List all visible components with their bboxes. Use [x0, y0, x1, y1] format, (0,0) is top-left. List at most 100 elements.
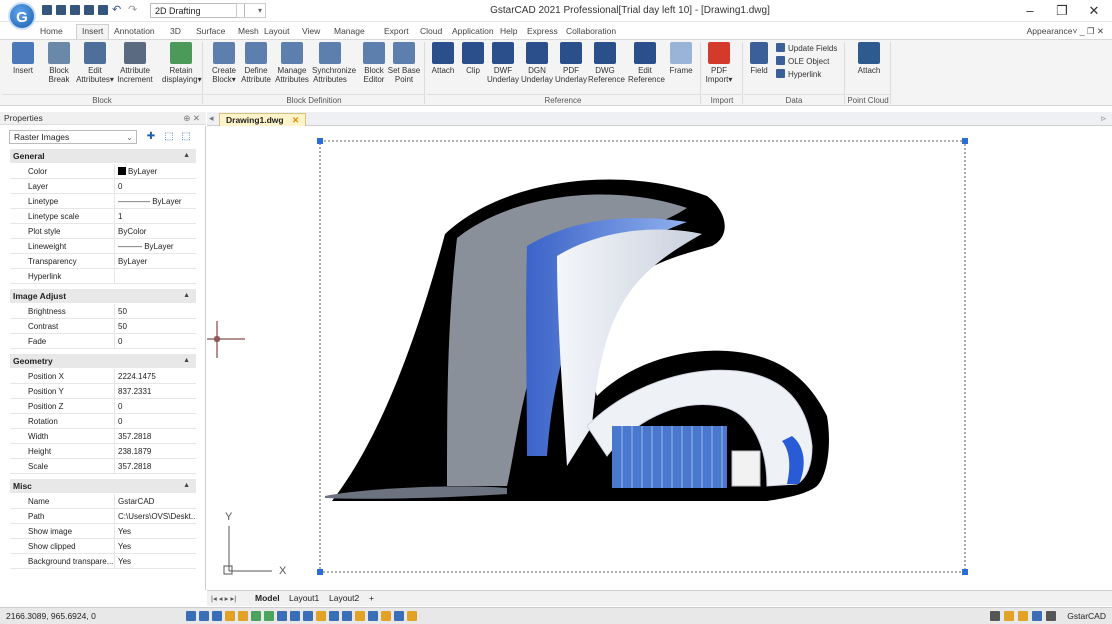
tab-scroll-left-icon[interactable]: ◂ [209, 113, 214, 124]
status-toggle-icon[interactable] [342, 611, 352, 621]
reference-2-button[interactable]: DWF Underlay [486, 42, 520, 84]
status-toggle-icon[interactable] [238, 611, 248, 621]
save-as-icon[interactable] [84, 5, 94, 15]
status-toggle-icon[interactable] [381, 611, 391, 621]
status-toggle-icon[interactable] [316, 611, 326, 621]
property-row[interactable]: Plot style ByColor [10, 224, 196, 239]
property-row[interactable]: Linetype scale 1 [10, 209, 196, 224]
tab-scroll-right-icon[interactable]: ▹ [1101, 113, 1106, 124]
app-logo-button[interactable]: G [8, 2, 36, 30]
tray-icon[interactable] [1032, 611, 1042, 621]
property-value[interactable]: Yes [114, 554, 196, 569]
field-button[interactable]: Field [746, 42, 772, 75]
pdf-import-button[interactable]: PDF Import▾ [702, 42, 736, 84]
reference-0-button[interactable]: Attach [426, 42, 460, 75]
close-tab-icon[interactable]: ✕ [292, 115, 299, 125]
object-type-select[interactable]: Raster Images ⌄ [9, 130, 137, 144]
section-general[interactable]: General ▲ [10, 149, 196, 163]
blockdef-5-button[interactable]: Set Base Point [386, 42, 422, 84]
tab-annotation[interactable]: Annotation [114, 26, 155, 36]
tab-drawing1[interactable]: Drawing1.dwg ✕ [219, 113, 307, 126]
property-row[interactable]: Fade 0 [10, 334, 196, 349]
property-row[interactable]: Rotation 0 [10, 414, 196, 429]
section-misc[interactable]: Misc ▲ [10, 479, 196, 493]
property-row[interactable]: Transparency ByLayer [10, 254, 196, 269]
property-value[interactable] [114, 269, 196, 284]
tab-home[interactable]: Home [40, 26, 63, 36]
blockdef-2-button[interactable]: Manage Attributes [274, 42, 310, 84]
property-value[interactable]: 50 [114, 304, 196, 319]
appearance-menu[interactable]: Appearance˅ _ ❐ ✕ [1027, 26, 1104, 37]
status-toggle-icon[interactable] [355, 611, 365, 621]
property-value[interactable]: ByColor [114, 224, 196, 239]
status-toggle-icon[interactable] [394, 611, 404, 621]
tab-export[interactable]: Export [384, 26, 409, 36]
reference-1-button[interactable]: Clip [456, 42, 490, 75]
property-row[interactable]: Path C:\Users\OVS\Deskt.. [10, 509, 196, 524]
property-row[interactable]: Contrast 50 [10, 319, 196, 334]
tab-application[interactable]: Application [452, 26, 494, 36]
tab-mesh[interactable]: Mesh [238, 26, 259, 36]
property-row[interactable]: Height 238.1879 [10, 444, 196, 459]
block-2-button[interactable]: Edit Attributes▾ [76, 42, 114, 84]
property-value[interactable]: ——— ByLayer [114, 239, 196, 254]
reference-3-button[interactable]: DGN Underlay [520, 42, 554, 84]
reference-5-button[interactable]: DWG Reference [588, 42, 625, 84]
property-row[interactable]: Show image Yes [10, 524, 196, 539]
drawing-canvas[interactable]: Y X [207, 126, 1112, 590]
property-row[interactable]: Color ByLayer [10, 164, 196, 179]
tab-model[interactable]: Model [255, 591, 280, 606]
property-value[interactable]: 0 [114, 179, 196, 194]
property-value[interactable]: ByLayer [114, 254, 196, 269]
blockdef-3-button[interactable]: Synchronize Attributes [312, 42, 356, 84]
status-toggle-icon[interactable] [290, 611, 300, 621]
status-toggle-icon[interactable] [368, 611, 378, 621]
status-toggle-icon[interactable] [407, 611, 417, 621]
property-value[interactable]: Yes [114, 539, 196, 554]
block-1-button[interactable]: Block Break [40, 42, 78, 84]
property-row[interactable]: Width 357.2818 [10, 429, 196, 444]
property-value[interactable]: 0 [114, 334, 196, 349]
new-icon[interactable] [42, 5, 52, 15]
block-0-button[interactable]: Insert [4, 42, 42, 75]
property-row[interactable]: Name GstarCAD [10, 494, 196, 509]
reference-6-button[interactable]: Edit Reference [628, 42, 665, 84]
select-objects-icon[interactable]: ⬚ [163, 131, 175, 143]
tab-express[interactable]: Express [527, 26, 558, 36]
property-value[interactable]: 357.2818 [114, 459, 196, 474]
plot-icon[interactable] [98, 5, 108, 15]
workspace-dropdown[interactable]: 2D Drafting [150, 3, 245, 18]
data-item-2[interactable]: Hyperlink [776, 69, 821, 80]
tray-icon[interactable] [1018, 611, 1028, 621]
status-toggle-icon[interactable] [277, 611, 287, 621]
panel-close-icon[interactable]: ⊕ ✕ [183, 112, 200, 125]
status-toggle-icon[interactable] [199, 611, 209, 621]
status-toggle-icon[interactable] [303, 611, 313, 621]
status-toggle-icon[interactable] [186, 611, 196, 621]
property-row[interactable]: Position Y 837.2331 [10, 384, 196, 399]
property-row[interactable]: Linetype ———— ByLayer [10, 194, 196, 209]
tab-manage[interactable]: Manage [334, 26, 365, 36]
tab-insert[interactable]: Insert [76, 24, 110, 39]
tab-layout1[interactable]: Layout1 [289, 591, 319, 606]
tray-icon[interactable] [1004, 611, 1014, 621]
tab-cloud[interactable]: Cloud [420, 26, 442, 36]
property-value[interactable]: 357.2818 [114, 429, 196, 444]
property-row[interactable]: Layer 0 [10, 179, 196, 194]
property-value[interactable]: 837.2331 [114, 384, 196, 399]
tab-surface[interactable]: Surface [196, 26, 225, 36]
quick-select-icon[interactable]: ⬚ [180, 131, 192, 143]
property-value[interactable]: 0 [114, 399, 196, 414]
status-toggle-icon[interactable] [225, 611, 235, 621]
data-item-1[interactable]: OLE Object [776, 56, 829, 67]
section-image-adjust[interactable]: Image Adjust ▲ [10, 289, 196, 303]
tray-icon[interactable] [990, 611, 1000, 621]
blockdef-0-button[interactable]: Create Block▾ [206, 42, 242, 84]
property-value[interactable]: ByLayer [114, 164, 196, 179]
status-toggle-icon[interactable] [264, 611, 274, 621]
close-button[interactable]: ✕ [1082, 3, 1106, 19]
tab-view[interactable]: View [302, 26, 320, 36]
reference-7-button[interactable]: Frame [664, 42, 698, 75]
property-value[interactable]: 1 [114, 209, 196, 224]
toggle-pickadd-icon[interactable]: ✚ [145, 131, 157, 143]
